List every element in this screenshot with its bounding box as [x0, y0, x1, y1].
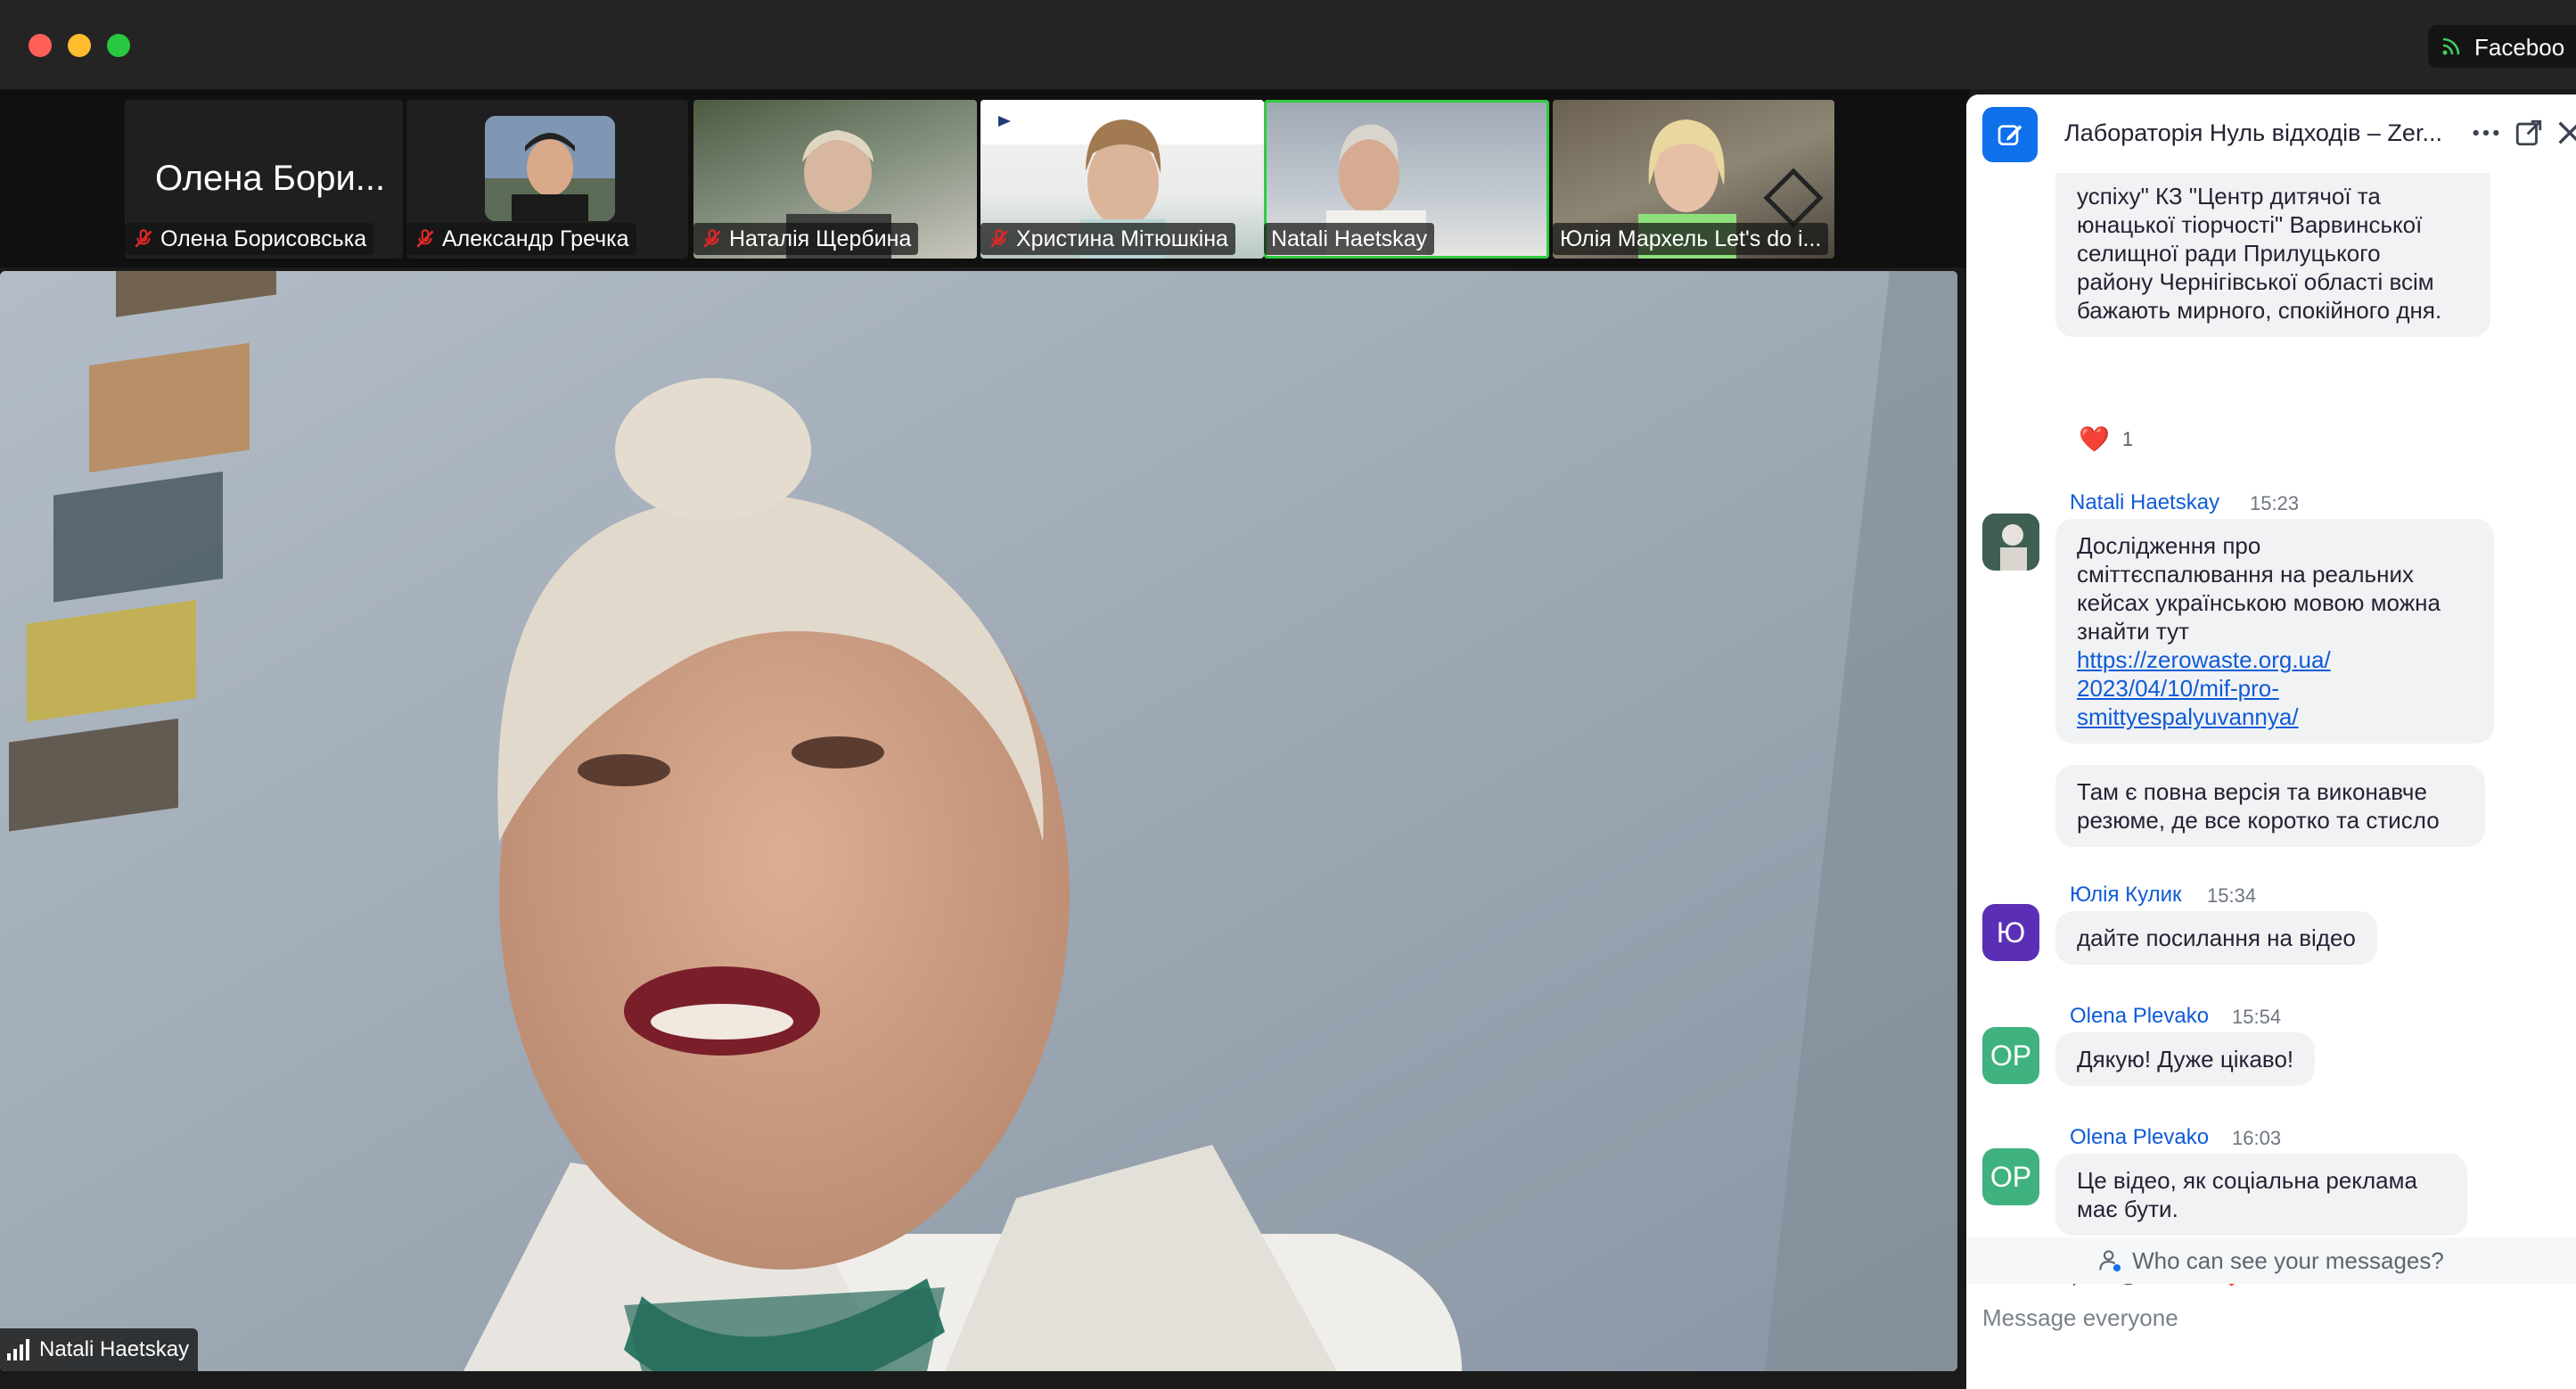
message-reaction[interactable]: ❤️ 1: [2079, 424, 2133, 454]
message-sender[interactable]: Olena Plevako: [2070, 1125, 2209, 1150]
chat-panel: Лабораторія Нуль відходів – Zer... успіх…: [1966, 95, 2576, 1389]
participant-name-tag: Олена Борисовська: [125, 223, 374, 255]
chat-message[interactable]: дайте посилання на відео: [2055, 911, 2377, 965]
participant-name-tag: Наталія Щербина: [693, 223, 919, 255]
who-can-see-bar[interactable]: Who can see your messages?: [1966, 1237, 2576, 1284]
facebook-live-label: Faceboo: [2474, 34, 2565, 61]
message-link[interactable]: 2023/04/10/mif-pro-: [2077, 674, 2473, 703]
signal-strength-icon: [7, 1339, 29, 1360]
message-text: дайте посилання на відео: [2077, 925, 2356, 951]
message-link[interactable]: smittyespalyuvannya/: [2077, 703, 2473, 731]
pop-out-icon[interactable]: [2514, 118, 2544, 148]
participant-name-tag: Христина Мітюшкіна: [980, 223, 1235, 255]
who-can-see-text: Who can see your messages?: [2132, 1246, 2444, 1274]
chat-message[interactable]: Там є повна версія та виконавче резюме, …: [2055, 765, 2485, 847]
chat-message[interactable]: Дякую! Дуже цікаво!: [2055, 1032, 2316, 1086]
muted-mic-icon: [703, 229, 721, 248]
speaker-name-tag: Natali Haetskay: [0, 1328, 199, 1371]
message-sender[interactable]: Natali Haetskay: [2070, 490, 2219, 515]
chat-title[interactable]: Лабораторія Нуль відходів – Zer...: [2064, 119, 2465, 147]
message-line: резюме, де все коротко та стисло: [2077, 807, 2440, 834]
compose-icon: [1998, 125, 2022, 145]
close-window-button[interactable]: [29, 34, 52, 57]
new-chat-button[interactable]: [1982, 107, 2038, 162]
close-icon[interactable]: [2555, 118, 2576, 148]
chat-message[interactable]: Дослідження про сміттєспалювання на реал…: [2055, 519, 2494, 744]
message-sender[interactable]: Юлія Кулик: [2070, 883, 2182, 908]
message-list: успіху" КЗ "Центр дитячої та юнацької ті…: [1966, 173, 2576, 1323]
title-bar: Faceboo: [0, 0, 2576, 89]
avatar[interactable]: Ю: [1982, 904, 2039, 961]
avatar[interactable]: [1982, 514, 2039, 571]
speaker-name: Natali Haetskay: [39, 1337, 190, 1361]
participant-display-title: Олена Бори...: [155, 159, 386, 198]
message-time: 15:34: [2207, 884, 2257, 907]
maximize-window-button[interactable]: [107, 34, 130, 57]
people-privacy-icon: [2099, 1250, 2121, 1272]
message-line: Дослідження про: [2077, 532, 2261, 559]
participant-avatar: [485, 116, 615, 221]
message-line: Там є повна версія та виконавче: [2077, 778, 2427, 805]
message-line: району Чернігівської області всім: [2077, 268, 2434, 295]
participant-name-tag: Юлія Мархель Let's do i...: [1553, 223, 1829, 255]
message-line: сміттєспалювання на реальних: [2077, 561, 2414, 588]
main-speaker-video[interactable]: Natali Haetskay: [0, 271, 1957, 1371]
heart-reaction-icon: ❤️: [2079, 425, 2110, 453]
participant-name: Наталія Щербина: [729, 226, 912, 251]
participant-name: Юлія Мархель Let's do i...: [1560, 226, 1822, 251]
muted-mic-icon: [416, 229, 434, 248]
more-icon[interactable]: [2471, 118, 2501, 148]
zoom-meeting-window: Faceboo Олена Борисовська Олена Бори... …: [0, 0, 2576, 1389]
participant-video-tile[interactable]: Христина Мітюшкіна: [980, 100, 1264, 259]
reaction-count: 1: [2121, 427, 2134, 450]
participant-name: Олена Борисовська: [160, 226, 367, 251]
participant-name: Natali Haetskay: [1271, 226, 1428, 251]
chat-message[interactable]: Це відео, як соціальна реклама має бути.: [2055, 1154, 2467, 1236]
message-time: 15:23: [2250, 492, 2300, 514]
message-line: бажають мирного, спокійного дня.: [2077, 297, 2442, 324]
participant-video-tile[interactable]: Наталія Щербина: [693, 100, 977, 259]
muted-mic-icon: [990, 229, 1008, 248]
message-line: селищної ради Прилуцького: [2077, 240, 2381, 267]
participant-name: Александр Гречка: [442, 226, 629, 251]
muted-mic-icon: [135, 229, 152, 248]
minimize-window-button[interactable]: [68, 34, 91, 57]
chat-message[interactable]: успіху" КЗ "Центр дитячої та юнацької ті…: [2055, 173, 2490, 337]
message-line: має бути.: [2077, 1196, 2178, 1222]
facebook-live-chip[interactable]: Faceboo: [2428, 25, 2576, 68]
message-text: Дякую! Дуже цікаво!: [2077, 1046, 2294, 1073]
participant-name: Христина Мітюшкіна: [1016, 226, 1228, 251]
avatar[interactable]: OP: [1982, 1027, 2039, 1084]
avatar[interactable]: OP: [1982, 1148, 2039, 1205]
participant-name-tag: Александр Гречка: [406, 223, 636, 255]
message-sender[interactable]: Olena Plevako: [2070, 1004, 2209, 1029]
participant-video-tile[interactable]: Юлія Мархель Let's do i...: [1553, 100, 1834, 259]
message-link[interactable]: https://zerowaste.org.ua/: [2077, 645, 2473, 674]
message-line: Це відео, як соціальна реклама: [2077, 1167, 2417, 1194]
message-input[interactable]: [1982, 1291, 2553, 1344]
speaker-video-feed: [0, 271, 1957, 1371]
participant-name-tag: Natali Haetskay: [1264, 223, 1435, 255]
message-line: кейсах українською мовою можна: [2077, 589, 2441, 616]
message-line: юнацької тіорчості" Варвинської: [2077, 211, 2423, 238]
person-avatar-image: [485, 116, 615, 221]
chat-header: Лабораторія Нуль відходів – Zer...: [1966, 95, 2576, 173]
message-line: знайти тут: [2077, 618, 2190, 645]
live-broadcast-icon: [2442, 37, 2460, 55]
active-speaker-tile[interactable]: Natali Haetskay: [1264, 100, 1549, 259]
message-time: 15:54: [2232, 1006, 2282, 1028]
message-time: 16:03: [2232, 1127, 2282, 1149]
message-line: успіху" КЗ "Центр дитячої та: [2077, 183, 2381, 210]
user-photo-avatar: [1982, 514, 2039, 571]
